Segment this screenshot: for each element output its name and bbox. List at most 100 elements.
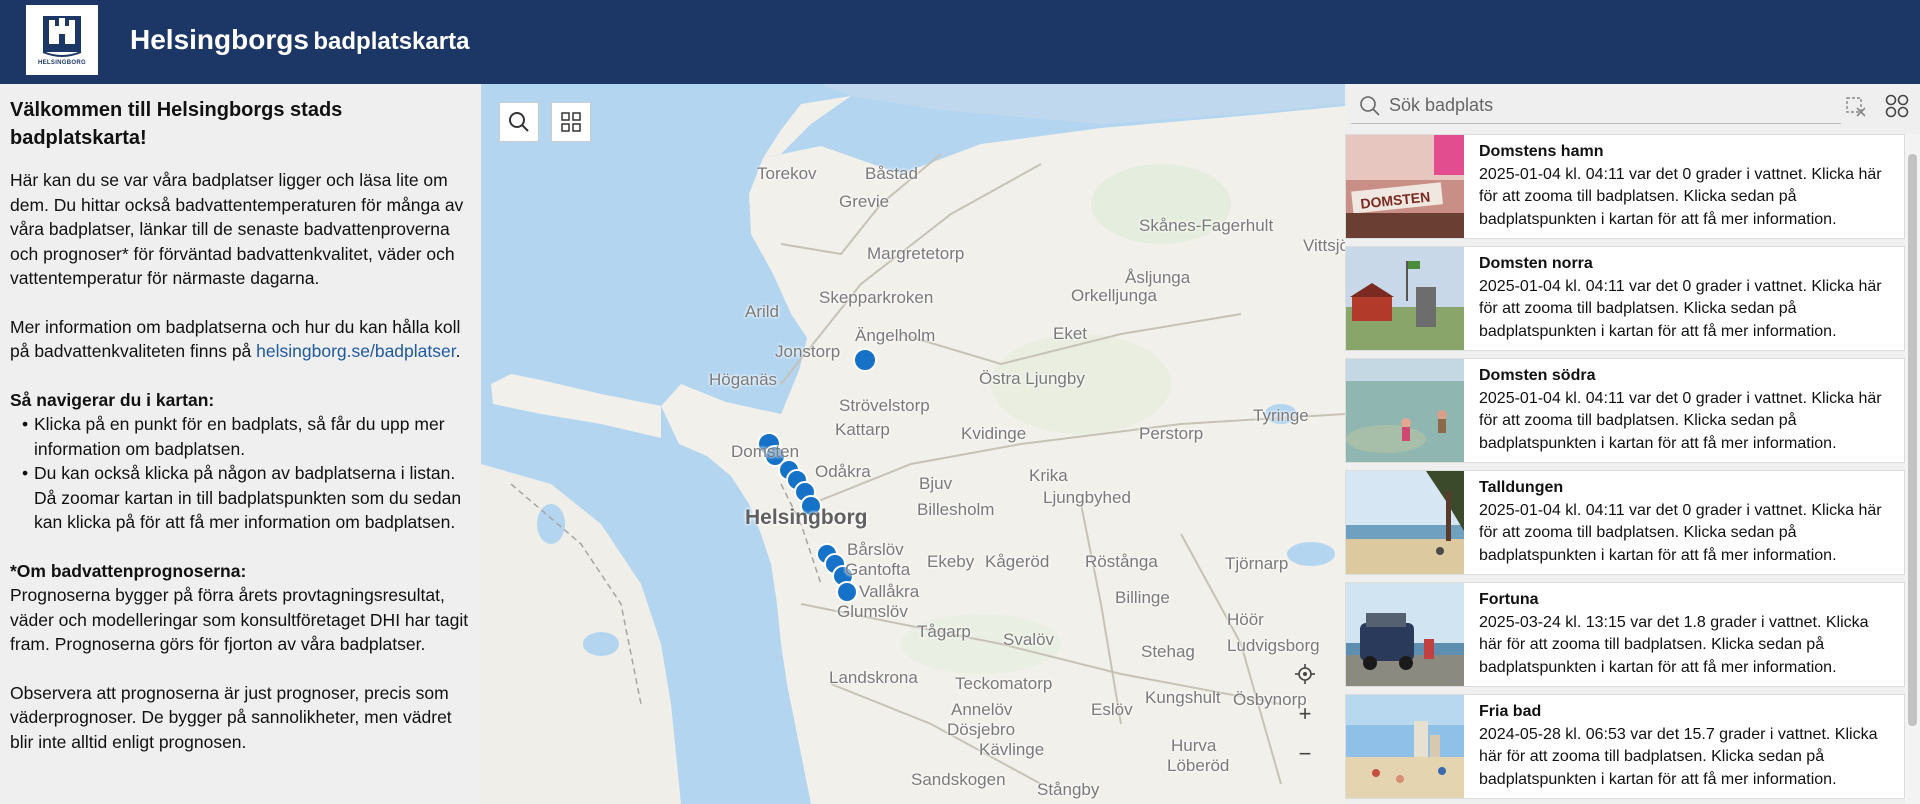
beach-list: DOMSTEN Domstens hamn 2025-01-04 kl. 04:… xyxy=(1345,134,1905,804)
map-label: Domsten xyxy=(731,442,800,461)
map-label: Bjuv xyxy=(919,474,953,493)
zoom-out-button[interactable]: − xyxy=(1285,734,1325,774)
map-label: Höör xyxy=(1227,610,1264,629)
beach-description: 2025-01-04 kl. 04:11 var det 0 grader i … xyxy=(1479,389,1882,452)
app-header: HELSINGBORG Helsingborgs badplatskarta xyxy=(0,0,1920,84)
beach-card-text: Domstens hamn 2025-01-04 kl. 04:11 var d… xyxy=(1464,135,1904,238)
beach-photo: DOMSTEN xyxy=(1346,135,1464,238)
app-title-main: Helsingborgs xyxy=(130,24,309,55)
navigation-item: Du kan också klicka på någon av badplats… xyxy=(10,461,471,535)
map-label: Tyringe xyxy=(1253,406,1309,425)
beach-list-panel: DOMSTEN Domstens hamn 2025-01-04 kl. 04:… xyxy=(1345,84,1920,804)
map-view[interactable]: Torekov Båstad Grevie Skånes-Fagerhult V… xyxy=(481,84,1345,804)
beach-card-text: Fortuna 2025-03-24 kl. 13:15 var det 1.8… xyxy=(1464,583,1904,686)
beach-name: Fria bad xyxy=(1479,703,1542,720)
map-label: Perstorp xyxy=(1139,424,1204,443)
navigation-item: Klicka på en punkt för en badplats, så f… xyxy=(10,412,471,461)
map-label: Vallåkra xyxy=(859,582,920,601)
map-label: Bårslöv xyxy=(847,540,904,559)
beach-card[interactable]: Fortuna 2025-03-24 kl. 13:15 var det 1.8… xyxy=(1345,582,1905,687)
map-search-button[interactable] xyxy=(499,102,539,142)
map-label: Skepparkroken xyxy=(819,288,934,307)
map-label: Billesholm xyxy=(917,500,995,519)
beach-description: 2025-01-04 kl. 04:11 var det 0 grader i … xyxy=(1479,165,1882,228)
map-label: Dösjebro xyxy=(947,720,1016,739)
map-label: Kvidinge xyxy=(961,424,1027,443)
map-label: Margretetorp xyxy=(867,244,965,263)
beach-card-text: Fria bad 2024-05-28 kl. 06:53 var det 15… xyxy=(1464,695,1904,798)
map-label: Tågarp xyxy=(917,622,971,641)
map-label: Ängelholm xyxy=(855,326,936,345)
intro-paragraph: Här kan du se var våra badplatser ligger… xyxy=(10,170,464,288)
locate-icon xyxy=(1295,664,1315,684)
map-label: Svalöv xyxy=(1003,630,1055,649)
logo-text: HELSINGBORG xyxy=(38,60,86,66)
locate-button[interactable] xyxy=(1285,654,1325,694)
forecast-disclaimer: Observera att prognoserna är just progno… xyxy=(10,682,452,752)
more-info-paragraph: Mer information om badplatserna och hur … xyxy=(10,315,471,364)
map-label: Kävlinge xyxy=(979,740,1045,759)
beach-photo xyxy=(1346,359,1464,462)
beach-photo xyxy=(1346,583,1464,686)
map-label: Tjörnarp xyxy=(1225,554,1289,573)
beach-card[interactable]: Domsten södra 2025-01-04 kl. 04:11 var d… xyxy=(1345,358,1905,463)
map-label: Strövelstorp xyxy=(839,396,930,415)
map-label: Gantofta xyxy=(845,560,911,579)
crest-icon xyxy=(42,16,82,57)
map-label: Vittsjö xyxy=(1303,236,1345,255)
map-label: Stångby xyxy=(1037,780,1100,799)
navigation-list: Klicka på en punkt för en badplats, så f… xyxy=(10,412,471,535)
map-label: Skånes-Fagerhult xyxy=(1139,216,1274,235)
city-logo[interactable]: HELSINGBORG xyxy=(26,5,98,75)
map-label: Löberöd xyxy=(1167,756,1230,775)
map-label: Krika xyxy=(1029,466,1068,485)
map-label: Sandskogen xyxy=(911,770,1006,789)
map-label: Kågeröd xyxy=(985,552,1050,571)
beach-card[interactable]: Fria bad 2024-05-28 kl. 06:53 var det 15… xyxy=(1345,694,1905,799)
search-icon xyxy=(1360,95,1380,116)
map-label: Ludvigsborg xyxy=(1227,636,1320,655)
map-label: Odåkra xyxy=(815,462,871,481)
more-info-end: . xyxy=(455,341,461,361)
scrollbar-thumb[interactable] xyxy=(1908,154,1917,726)
beach-card[interactable]: Domsten norra 2025-01-04 kl. 04:11 var d… xyxy=(1345,246,1905,351)
beach-photo xyxy=(1346,695,1464,798)
map-label: Billinge xyxy=(1115,588,1170,607)
map-label: Båstad xyxy=(865,164,918,183)
info-panel: Välkommen till Helsingborgs stads badpla… xyxy=(0,84,481,804)
beach-name: Domsten södra xyxy=(1479,367,1596,384)
beach-description: 2024-05-28 kl. 06:53 var det 15.7 grader… xyxy=(1479,725,1878,788)
beach-card-text: Talldungen 2025-01-04 kl. 04:11 var det … xyxy=(1464,471,1904,574)
map-label: Arild xyxy=(745,302,780,321)
app-title: Helsingborgs badplatskarta xyxy=(130,24,469,56)
beach-search-input[interactable] xyxy=(1389,95,1789,116)
layout-toggle-button[interactable] xyxy=(1885,94,1909,118)
map-label: Höganäs xyxy=(709,370,778,389)
beach-card[interactable]: DOMSTEN Domstens hamn 2025-01-04 kl. 04:… xyxy=(1345,134,1905,239)
basemap-gallery-button[interactable] xyxy=(551,102,591,142)
beach-card-text: Domsten södra 2025-01-04 kl. 04:11 var d… xyxy=(1464,359,1904,462)
map-label: Eslöv xyxy=(1091,700,1133,719)
forecast-heading: *Om badvattenprognoserna: xyxy=(10,560,247,581)
map-label: Jonstorp xyxy=(775,342,841,361)
navigation-heading: Så navigerar du i kartan: xyxy=(10,389,215,410)
map-label: Ekeby xyxy=(927,552,975,571)
beach-name: Domsten norra xyxy=(1479,255,1593,272)
beach-name: Fortuna xyxy=(1479,591,1539,608)
map-label: Glumslöv xyxy=(837,602,908,621)
clear-filter-button[interactable] xyxy=(1845,96,1867,118)
map-label: Kattarp xyxy=(835,420,890,439)
grid-icon xyxy=(561,112,581,132)
map-label: Röstånga xyxy=(1085,552,1158,571)
beach-description: 2025-01-04 kl. 04:11 var det 0 grader i … xyxy=(1479,277,1882,340)
map-label: Kungshult xyxy=(1145,688,1221,707)
map-label: Ljungbyhed xyxy=(1043,488,1131,507)
zoom-in-button[interactable]: + xyxy=(1285,694,1325,734)
forecast-paragraph: Prognoserna bygger på förra årets provta… xyxy=(10,585,469,654)
badplatser-link[interactable]: helsingborg.se/badplatser xyxy=(256,341,455,361)
beach-card[interactable]: Talldungen 2025-01-04 kl. 04:11 var det … xyxy=(1345,470,1905,575)
search-row xyxy=(1345,84,1920,128)
map-label: Landskrona xyxy=(829,668,918,687)
beach-name: Talldungen xyxy=(1479,479,1564,496)
beach-card-text: Domsten norra 2025-01-04 kl. 04:11 var d… xyxy=(1464,247,1904,350)
